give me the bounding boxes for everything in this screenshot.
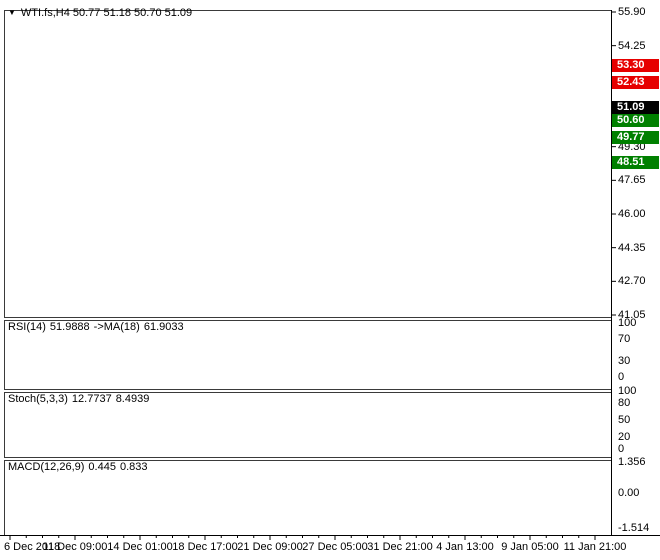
chart-canvas[interactable]	[0, 0, 660, 560]
price-axis[interactable]	[612, 0, 660, 535]
symbol-dropdown-icon[interactable]: ▼	[8, 8, 16, 17]
time-axis[interactable]	[0, 536, 660, 560]
chart-window: ▼ WTI.fs,H4 50.77 51.18 50.70 51.09 RSI(1…	[0, 0, 660, 560]
